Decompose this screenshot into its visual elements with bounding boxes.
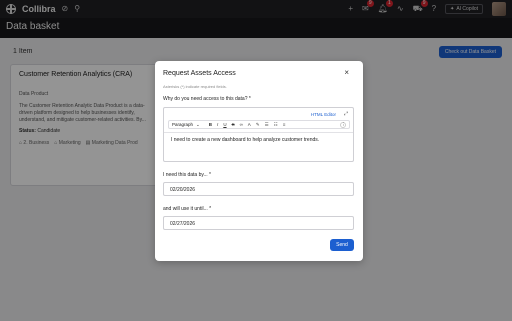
required-fields-hint: Asterisks (*) indicate required fields. (163, 84, 227, 89)
send-button[interactable]: Send (330, 239, 354, 251)
access-reason-editor[interactable]: HTML Editor ⤢ Paragraph ⌄ B I U S ∞ A ✎ ☰… (163, 107, 354, 162)
bold-icon[interactable]: B (209, 122, 212, 127)
access-reason-label: Why do you need access to this data? * (163, 96, 251, 102)
need-by-date-input[interactable]: 02/20/2026 (163, 182, 354, 196)
use-until-label: and will use it until... * (163, 206, 212, 212)
font-color-icon[interactable]: A (248, 122, 251, 127)
chevron-down-icon: ⌄ (196, 121, 200, 127)
bullet-list-icon[interactable]: ☰ (265, 122, 269, 128)
editor-toolbar: Paragraph ⌄ B I U S ∞ A ✎ ☰ ☷ ≡ ⋮ (168, 120, 350, 129)
need-by-label: I need this data by... * (163, 172, 211, 178)
close-icon[interactable]: × (344, 68, 349, 77)
more-options-icon[interactable]: ⋮ (340, 121, 346, 128)
editor-text[interactable]: I need to create a new dashboard to help… (164, 132, 353, 162)
request-access-dialog: Request Assets Access × Asterisks (*) in… (155, 61, 363, 261)
use-until-date-input[interactable]: 02/27/2026 (163, 216, 354, 230)
underline-icon[interactable]: U (223, 122, 226, 127)
html-editor-link[interactable]: HTML Editor (311, 112, 336, 117)
paragraph-style-select[interactable]: Paragraph ⌄ (172, 122, 200, 128)
link-icon[interactable]: ∞ (240, 122, 243, 127)
numbered-list-icon[interactable]: ☷ (274, 122, 278, 128)
highlight-icon[interactable]: ✎ (256, 122, 260, 128)
align-icon[interactable]: ≡ (283, 122, 286, 127)
italic-icon[interactable]: I (217, 122, 218, 127)
expand-icon[interactable]: ⤢ (344, 111, 348, 117)
dialog-title: Request Assets Access (163, 70, 236, 77)
strikethrough-icon[interactable]: S (232, 122, 235, 127)
